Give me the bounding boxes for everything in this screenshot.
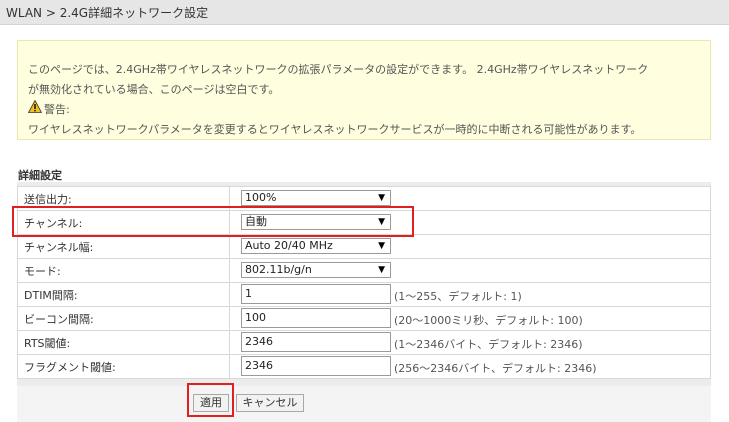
warning-icon [28, 100, 42, 113]
row-mode: モード: 802.11b/g/n ▼ [17, 258, 711, 283]
info-note: このページでは、2.4GHz帯ワイヤレスネットワークの拡張パラメータの設定ができ… [17, 40, 711, 140]
channel-width-select[interactable]: Auto 20/40 MHz ▼ [241, 238, 391, 254]
dropdown-arrow-icon: ▼ [378, 241, 385, 251]
frag-input[interactable]: 2346 [241, 356, 391, 376]
warning-heading: 警告: [28, 100, 70, 117]
row-dtim: DTIM間隔: 1 (1〜255、デフォルト: 1) [17, 282, 711, 307]
warning-text: ワイヤレスネットワークパラメータを変更するとワイヤレスネットワークサービスが一時… [28, 123, 642, 136]
apply-highlight-box [187, 383, 234, 417]
tx-power-select[interactable]: 100% ▼ [241, 190, 391, 206]
section-title: 詳細設定 [18, 169, 62, 182]
warning-label: 警告: [44, 103, 70, 116]
tx-power-value: 100% [245, 191, 277, 204]
channel-width-label: チャンネル幅: [17, 234, 230, 259]
rts-label: RTS閾値: [17, 330, 230, 355]
dtim-input[interactable]: 1 [241, 284, 391, 304]
title-bar: WLAN > 2.4G詳細ネットワーク設定 [0, 0, 729, 25]
mode-label: モード: [17, 258, 230, 283]
beacon-input[interactable]: 100 [241, 308, 391, 328]
rts-hint: (1〜2346バイト、デフォルト: 2346) [394, 338, 583, 351]
channel-highlight-box [12, 206, 414, 237]
dtim-hint: (1〜255、デフォルト: 1) [394, 290, 522, 303]
row-frag: フラグメント閾値: 2346 (256〜2346バイト、デフォルト: 2346) [17, 354, 711, 379]
cancel-button[interactable]: キャンセル [236, 394, 304, 412]
note-line-2: が無効化されている場合、このページは空白です。 [28, 83, 280, 96]
note-line-1: このページでは、2.4GHz帯ワイヤレスネットワークの拡張パラメータの設定ができ… [28, 63, 649, 76]
channel-width-value: Auto 20/40 MHz [245, 239, 333, 252]
button-row [17, 386, 711, 422]
mode-value: 802.11b/g/n [245, 263, 312, 276]
row-beacon: ビーコン間隔: 100 (20〜1000ミリ秒、デフォルト: 100) [17, 306, 711, 331]
beacon-label: ビーコン間隔: [17, 306, 230, 331]
mode-select[interactable]: 802.11b/g/n ▼ [241, 262, 391, 278]
rts-input[interactable]: 2346 [241, 332, 391, 352]
breadcrumb: WLAN > 2.4G詳細ネットワーク設定 [6, 6, 209, 20]
row-channel-width: チャンネル幅: Auto 20/40 MHz ▼ [17, 234, 711, 259]
dtim-label: DTIM間隔: [17, 282, 230, 307]
frag-label: フラグメント閾値: [17, 354, 230, 379]
frag-hint: (256〜2346バイト、デフォルト: 2346) [394, 362, 597, 375]
beacon-hint: (20〜1000ミリ秒、デフォルト: 100) [394, 314, 583, 327]
row-rts: RTS閾値: 2346 (1〜2346バイト、デフォルト: 2346) [17, 330, 711, 355]
dropdown-arrow-icon: ▼ [378, 193, 385, 203]
dropdown-arrow-icon: ▼ [378, 265, 385, 275]
